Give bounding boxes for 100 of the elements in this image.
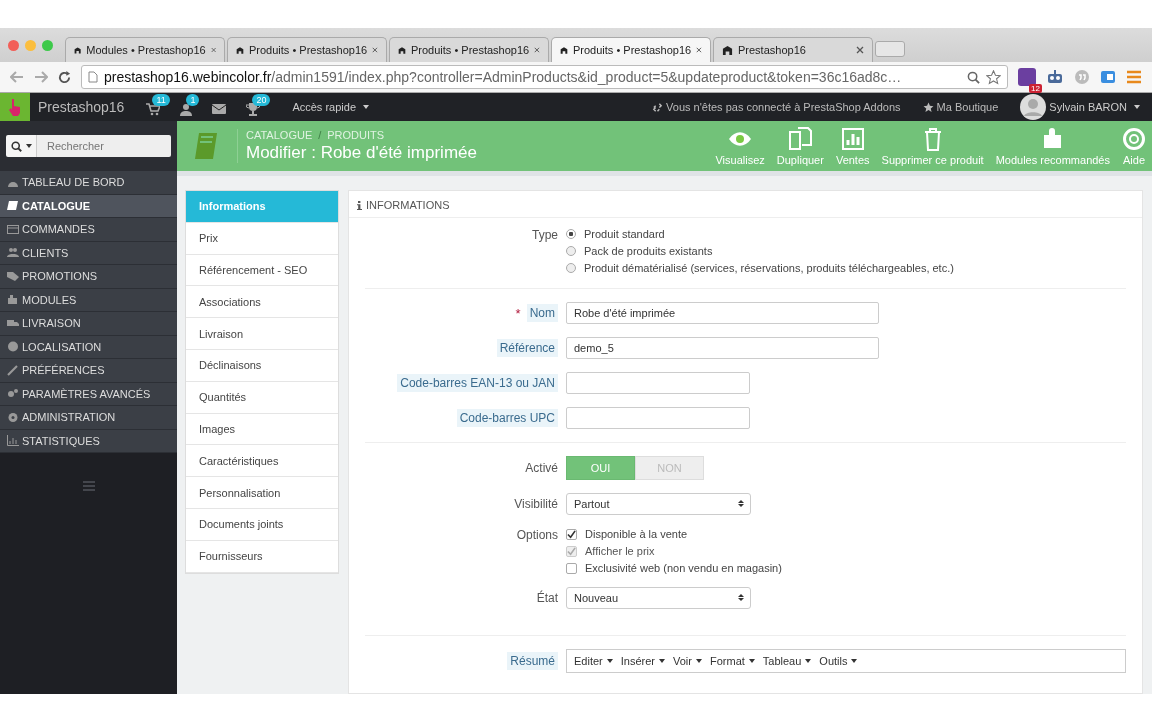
sidebar-item[interactable]: MODULES <box>0 288 177 312</box>
quote-icon[interactable] <box>1074 69 1090 85</box>
checkbox[interactable] <box>566 562 577 574</box>
select-field[interactable]: Nouveau <box>566 587 751 609</box>
avatar-icon <box>1020 94 1047 120</box>
reload-icon[interactable] <box>58 70 71 84</box>
select-field[interactable]: Partout <box>566 493 751 515</box>
product-tab[interactable]: Personnalisation <box>186 477 338 509</box>
forward-icon[interactable] <box>34 71 48 83</box>
radio-option[interactable]: Pack de produits existants <box>566 245 954 257</box>
editor-menu[interactable]: Tableau <box>762 655 812 667</box>
product-tab[interactable]: Quantités <box>186 381 338 414</box>
browser-tab[interactable]: Produits • Prestashop16 <box>227 37 387 62</box>
product-tab[interactable]: Déclinaisons <box>186 350 338 382</box>
sidebar-item[interactable]: STATISTIQUES <box>0 429 177 453</box>
address-field[interactable]: prestashop16.webincolor.fr/admin1591/index.php?controller=AdminProducts&id_product=5&updateproduct&token=36c16ad8c… <box>81 65 1008 89</box>
browser-tab[interactable]: Prestashop16 <box>713 37 873 62</box>
sidebar-item[interactable]: LOCALISATION <box>0 335 177 359</box>
sidebar-item[interactable]: PROMOTIONS <box>0 265 177 289</box>
text-field[interactable]: demo_5 <box>566 337 879 359</box>
field-label: Visibilité <box>513 497 558 511</box>
chart-icon <box>7 435 19 447</box>
copy-icon <box>788 126 813 151</box>
text-field[interactable] <box>566 372 750 394</box>
sidebar-item[interactable]: CATALOGUE <box>0 194 177 218</box>
close-icon[interactable] <box>534 46 540 54</box>
checkbox-option[interactable]: Exclusivité web (non vendu en magasin) <box>566 562 782 574</box>
back-icon[interactable] <box>10 71 24 83</box>
product-tab[interactable]: Images <box>186 413 338 446</box>
gear-icon <box>7 411 19 423</box>
sidebar-item[interactable]: CLIENTS <box>0 241 177 265</box>
radio-option[interactable]: Produit standard <box>566 228 954 240</box>
text-field[interactable]: Robe d'été imprimée <box>566 302 879 324</box>
maximize-window-button[interactable] <box>42 39 53 51</box>
minimize-window-button[interactable] <box>25 39 36 51</box>
info-icon <box>357 200 362 210</box>
quick-access-menu[interactable]: Accès rapide <box>292 101 369 113</box>
browser-tab[interactable]: Produits • Prestashop16 <box>389 37 549 62</box>
page-title: Modifier : Robe d'été imprimée <box>246 143 477 163</box>
url-host: prestashop16.webincolor.fr <box>104 69 272 85</box>
caret-icon <box>695 659 702 663</box>
sidebar-item[interactable]: PARAMÈTRES AVANCÉS <box>0 382 177 406</box>
product-tab[interactable]: Prix <box>186 222 338 255</box>
editor-menu[interactable]: Outils <box>819 655 858 667</box>
shop-name[interactable]: Prestashop16 <box>38 99 125 115</box>
product-tab[interactable]: Fournisseurs <box>186 540 338 573</box>
editor-menu[interactable]: Format <box>709 655 755 667</box>
text-field[interactable] <box>566 407 750 429</box>
hand-cursor-icon <box>7 98 23 116</box>
field-label: Activé <box>524 461 558 475</box>
search-field[interactable]: Rechercher <box>37 135 171 157</box>
close-icon[interactable] <box>696 46 702 54</box>
close-icon[interactable] <box>210 46 216 54</box>
product-tab[interactable]: Documents joints <box>186 508 338 541</box>
field-label: Nom <box>526 304 558 322</box>
sidebar-item[interactable]: LIVRAISON <box>0 312 177 336</box>
new-tab-button[interactable] <box>875 41 905 57</box>
product-tab[interactable]: Référencement - SEO <box>186 254 338 287</box>
radio-button[interactable] <box>566 229 576 239</box>
search-scope-button[interactable] <box>6 135 37 157</box>
product-tab[interactable]: Caractéristiques <box>186 445 338 478</box>
users-icon <box>7 247 19 259</box>
menu-icon[interactable] <box>1126 70 1142 84</box>
close-icon[interactable] <box>856 46 864 54</box>
shop-link[interactable]: Ma Boutique <box>922 101 999 113</box>
editor-menu[interactable]: Insérer <box>620 655 665 667</box>
envelope-icon <box>212 104 227 114</box>
rich-text-editor[interactable]: Editer Insérer Voir Format Tableau Outils <box>566 649 1126 673</box>
checkbox[interactable] <box>566 528 577 540</box>
shop-icon <box>722 44 733 56</box>
caret-icon <box>805 659 812 663</box>
sidebar-item[interactable]: TABLEAU DE BORD <box>0 171 177 195</box>
radio-option[interactable]: Produit dématérialisé (services, réservations, produits téléchargeables, etc.) <box>566 262 954 274</box>
lifebuoy-icon <box>1122 126 1146 151</box>
window-icon[interactable] <box>1100 70 1116 84</box>
product-tab[interactable]: Associations <box>186 286 338 319</box>
browser-tab[interactable]: Modules • Prestashop16 <box>65 37 225 62</box>
extension-icon[interactable] <box>1018 68 1036 86</box>
radio-button[interactable] <box>566 263 576 273</box>
caret-icon <box>606 659 613 663</box>
editor-menu[interactable]: Voir <box>673 655 702 667</box>
checkbox-option[interactable]: Disponible à la vente <box>566 528 782 540</box>
robot-icon[interactable] <box>1046 69 1064 85</box>
shop-icon <box>236 44 244 56</box>
star-icon[interactable] <box>986 69 1001 85</box>
field-label: Résumé <box>507 652 558 670</box>
user-menu[interactable]: Sylvain BARON <box>1020 94 1140 120</box>
addons-link[interactable]: Vous n'êtes pas connecté à PrestaShop Addons <box>652 101 901 113</box>
close-window-button[interactable] <box>8 39 19 51</box>
radio-button[interactable] <box>566 246 576 256</box>
collapse-menu-icon[interactable] <box>82 481 95 491</box>
close-icon[interactable] <box>372 46 378 54</box>
product-tab[interactable]: Livraison <box>186 318 338 350</box>
sidebar-item[interactable]: ADMINISTRATION <box>0 406 177 430</box>
sidebar-item[interactable]: COMMANDES <box>0 218 177 242</box>
search-icon[interactable] <box>967 70 980 84</box>
browser-tab[interactable]: Produits • Prestashop16 <box>551 37 711 62</box>
truck-icon <box>7 317 19 329</box>
editor-menu[interactable]: Editer <box>574 655 613 667</box>
logo-button[interactable] <box>0 93 30 121</box>
